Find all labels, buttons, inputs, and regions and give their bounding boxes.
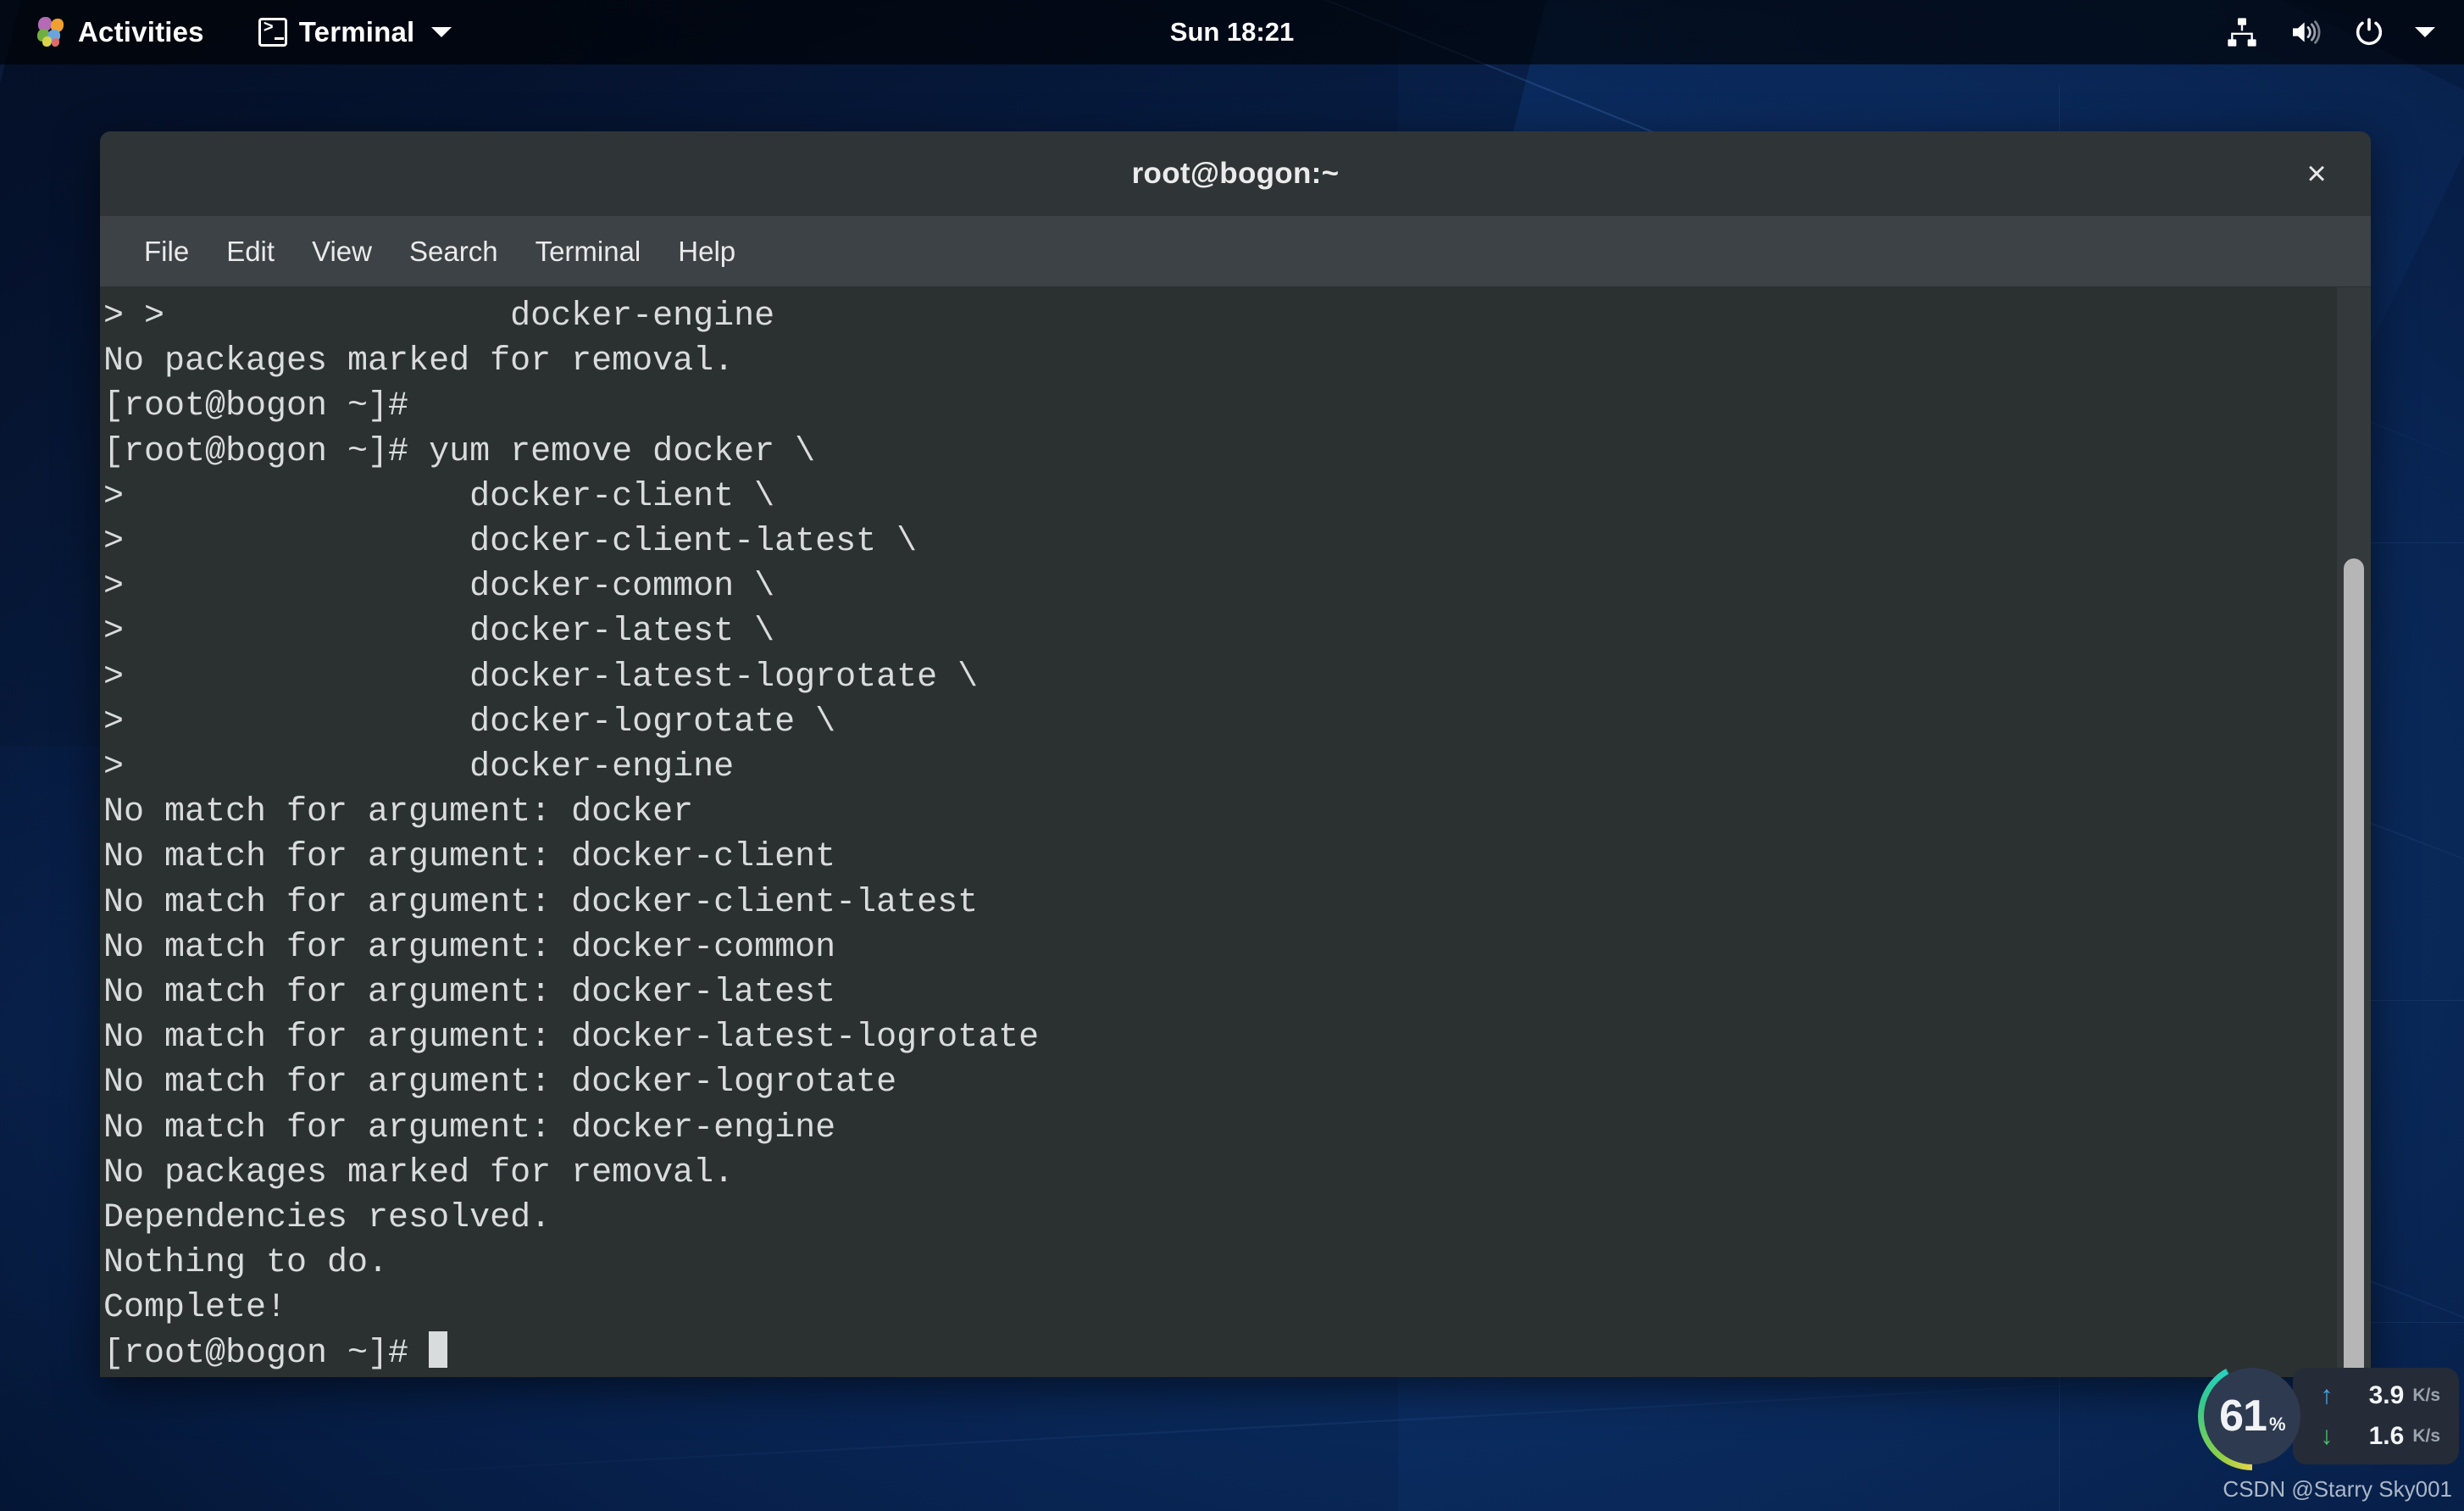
upload-speed-row: ↑ 3.9 K/s bbox=[2320, 1376, 2440, 1415]
terminal-icon bbox=[258, 18, 287, 47]
window-titlebar[interactable]: root@bogon:~ × bbox=[100, 131, 2371, 216]
system-menu-chevron-down-icon[interactable] bbox=[2415, 27, 2435, 37]
close-icon[interactable]: × bbox=[2293, 150, 2340, 197]
gauge-percent-value: 61 bbox=[2219, 1392, 2267, 1441]
chevron-down-icon bbox=[431, 27, 452, 37]
menu-edit[interactable]: Edit bbox=[208, 231, 293, 273]
volume-high-icon[interactable] bbox=[2288, 15, 2323, 49]
speed-readout-box: ↑ 3.9 K/s ↓ 1.6 K/s bbox=[2293, 1368, 2459, 1464]
activities-label: Activities bbox=[78, 16, 204, 47]
download-speed-value: 1.6 bbox=[2368, 1422, 2405, 1450]
arrow-down-icon: ↓ bbox=[2320, 1422, 2334, 1450]
menu-file[interactable]: File bbox=[125, 231, 208, 273]
top-bar-left-group: Activities Terminal bbox=[0, 11, 467, 53]
gauge-percent-symbol: % bbox=[2268, 1414, 2286, 1435]
window-title: root@bogon:~ bbox=[1131, 157, 1340, 190]
terminal-prompt: [root@bogon ~]# bbox=[103, 1334, 430, 1373]
wallpaper-line bbox=[297, 1370, 2329, 1479]
gnome-top-bar: Activities Terminal Sun 18:21 bbox=[0, 0, 2464, 64]
arrow-up-icon: ↑ bbox=[2320, 1381, 2334, 1409]
terminal-window: root@bogon:~ × File Edit View Search Ter… bbox=[100, 131, 2371, 1377]
gnome-foot-icon bbox=[37, 17, 66, 47]
menu-view[interactable]: View bbox=[293, 231, 391, 273]
menu-search[interactable]: Search bbox=[391, 231, 517, 273]
app-menu-button[interactable]: Terminal bbox=[243, 11, 468, 53]
system-status-area[interactable] bbox=[2225, 15, 2464, 49]
terminal-scrollbar-track[interactable] bbox=[2337, 287, 2371, 1377]
app-menu-label: Terminal bbox=[298, 16, 415, 47]
watermark-label: CSDN @Starry Sky001 bbox=[2223, 1476, 2452, 1502]
menu-bar: File Edit View Search Terminal Help bbox=[100, 216, 2371, 287]
activities-button[interactable]: Activities bbox=[22, 11, 219, 53]
download-speed-row: ↓ 1.6 K/s bbox=[2320, 1417, 2440, 1456]
menu-help[interactable]: Help bbox=[659, 231, 754, 273]
terminal-cursor bbox=[429, 1330, 448, 1368]
power-icon[interactable] bbox=[2352, 15, 2386, 49]
terminal-scrollbar-thumb[interactable] bbox=[2344, 558, 2364, 1377]
gauge-readout: 61 % bbox=[2219, 1391, 2285, 1442]
clock-label: Sun 18:21 bbox=[1169, 17, 1295, 47]
cpu-usage-gauge: 61 % bbox=[2198, 1362, 2307, 1470]
upload-speed-value: 3.9 bbox=[2368, 1381, 2405, 1409]
download-speed-unit: K/s bbox=[2412, 1426, 2440, 1446]
net-speed-widget[interactable]: 61 % ↑ 3.9 K/s ↓ 1.6 K/s bbox=[2198, 1362, 2459, 1470]
upload-speed-unit: K/s bbox=[2412, 1386, 2440, 1405]
menu-terminal[interactable]: Terminal bbox=[517, 231, 660, 273]
network-wired-icon[interactable] bbox=[2225, 15, 2259, 49]
terminal-output[interactable]: > > docker-engine No packages marked for… bbox=[100, 287, 2337, 1377]
terminal-body[interactable]: > > docker-engine No packages marked for… bbox=[100, 287, 2371, 1377]
